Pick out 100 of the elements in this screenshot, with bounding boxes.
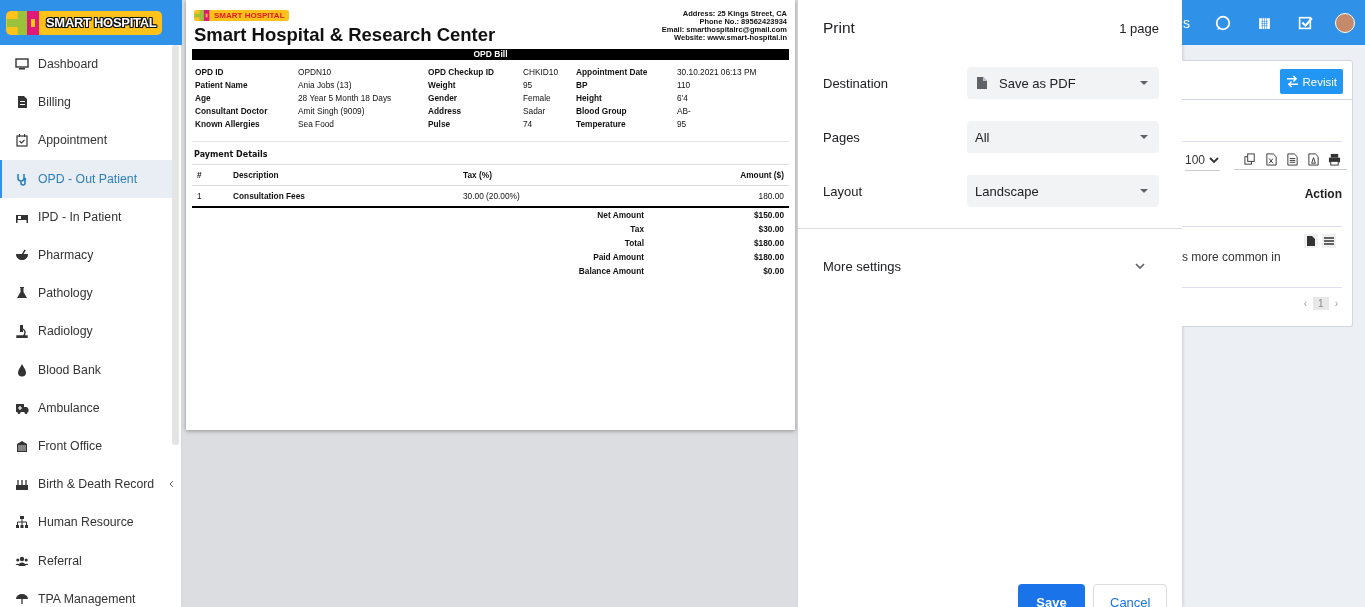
sitemap-icon — [15, 515, 29, 530]
total-label: Net Amount — [596, 210, 644, 220]
table-cell: 30.00 (20.00%) — [463, 191, 520, 201]
sidebar-item[interactable]: Human Resource — [0, 503, 172, 542]
field-value: Ania Jobs (13) — [298, 80, 353, 90]
table-cell: Consultation Fees — [233, 191, 305, 201]
field-value: 95 — [677, 119, 688, 129]
section-title: Payment Details — [194, 150, 269, 159]
sidebar-item[interactable]: Dashboard — [0, 45, 172, 84]
sidebar-item[interactable]: Front Office — [0, 426, 172, 466]
sidebar-item[interactable]: IPD - In Patient — [0, 197, 172, 236]
document-icon — [15, 95, 29, 110]
total-label: Paid Amount — [592, 252, 644, 262]
field-value: OPDN10 — [298, 67, 333, 77]
setting-label: Layout — [823, 183, 864, 199]
sidebar-item[interactable]: Ambulance — [0, 388, 172, 427]
table-cell: 1 — [197, 191, 202, 201]
sidebar-item[interactable]: Pharmacy — [0, 235, 172, 275]
total-label: Balance Amount — [577, 266, 644, 276]
chat-bubble-icon — [1215, 14, 1231, 31]
cancel-button[interactable]: Cancel — [1093, 584, 1167, 607]
save-button[interactable]: Save — [1018, 584, 1085, 607]
field-value: 6'4 — [677, 93, 689, 103]
setting-label: Pages — [823, 129, 861, 145]
field-label: Height — [576, 93, 603, 103]
dialog-title: Print — [823, 19, 855, 37]
field-label: OPD ID — [195, 67, 225, 77]
bill-heading: OPD Bill — [192, 49, 789, 60]
field-label: Gender — [428, 93, 459, 103]
chevron-down-icon — [1208, 154, 1221, 166]
field-label: Pulse — [428, 119, 452, 129]
field-value: 28 Year 5 Month 18 Days — [298, 93, 393, 103]
column-header: Description — [233, 170, 279, 180]
stethoscope-icon — [15, 171, 29, 186]
monitor-icon — [15, 57, 29, 72]
text-file-icon — [1286, 153, 1299, 166]
field-label: Appointment Date — [576, 67, 649, 77]
table-cell: 180.00 — [758, 191, 784, 201]
calendar-icon — [1257, 15, 1272, 30]
select-field[interactable]: Landscape — [967, 175, 1159, 207]
total-label: Tax — [629, 224, 644, 234]
field-value: Sea Food — [298, 119, 335, 129]
sidebar-item[interactable]: Appointment — [0, 121, 172, 160]
sidebar-item[interactable]: Birth & Death Record — [0, 465, 172, 504]
total-value: $180.00 — [753, 252, 784, 262]
calendar-icon — [15, 133, 29, 148]
checkbox-icon — [1298, 15, 1313, 30]
total-label: Total — [623, 238, 644, 248]
field-value: 95 — [523, 80, 534, 90]
total-value: $30.00 — [757, 224, 784, 234]
column-header: Amount ($) — [740, 170, 784, 180]
more-settings-toggle[interactable]: More settings — [823, 229, 1159, 303]
total-value: $150.00 — [753, 210, 784, 220]
microscope-icon — [15, 324, 29, 339]
column-header: Action — [1304, 187, 1342, 201]
sidebar-item[interactable]: Pathology — [0, 274, 172, 313]
building-icon — [15, 438, 29, 453]
avatar[interactable] — [1335, 12, 1355, 33]
select-field[interactable]: Save as PDF — [967, 67, 1159, 99]
copy-icon — [1244, 153, 1257, 166]
sidebar-item[interactable]: TPA Management — [0, 579, 172, 607]
print-icon — [1328, 153, 1341, 166]
cake-icon — [15, 477, 29, 492]
table-cell: s more common in — [1182, 250, 1281, 264]
field-value: AB- — [677, 106, 692, 116]
field-value: Amit Singh (9009) — [298, 106, 366, 116]
field-label: Age — [195, 93, 212, 103]
page-count: 1 page — [1119, 20, 1159, 36]
umbrella-icon — [15, 591, 29, 606]
setting-label: Destination — [823, 75, 890, 91]
field-label: Patient Name — [195, 80, 249, 90]
field-value: 74 — [523, 119, 534, 129]
page-size-select[interactable]: 100 — [1185, 153, 1221, 171]
total-value: $180.00 — [753, 238, 784, 248]
drop-icon — [15, 362, 29, 377]
document-icon — [1304, 234, 1318, 248]
select-field[interactable]: All — [967, 121, 1159, 153]
excel-file-icon — [1265, 153, 1278, 166]
pdf-file-icon — [1307, 153, 1320, 166]
hospital-name: Smart Hospital & Research Center — [194, 24, 496, 46]
scrollbar[interactable] — [172, 45, 179, 445]
flask-icon — [15, 286, 29, 301]
sidebar-item[interactable]: Radiology — [0, 312, 172, 351]
hospital-logo: SMART HOSPITAL — [194, 10, 289, 21]
field-value: Sadar — [523, 106, 547, 116]
hospital-logo: SMART HOSPITAL — [6, 10, 163, 35]
sidebar-item[interactable]: Billing — [0, 83, 172, 122]
sidebar-item[interactable]: Blood Bank — [0, 350, 172, 389]
mortar-icon — [15, 248, 29, 263]
field-label: Address — [428, 106, 463, 116]
field-label: Known Allergies — [195, 119, 261, 129]
total-value: $0.00 — [762, 266, 784, 276]
field-label: OPD Checkup ID — [428, 67, 495, 77]
field-label: Blood Group — [576, 106, 628, 116]
swap-arrows-icon — [1286, 75, 1300, 88]
sidebar-item[interactable]: OPD - Out Patient — [0, 159, 172, 198]
field-label: Consultant Doctor — [195, 106, 269, 116]
column-header: # — [197, 170, 202, 180]
sidebar-item[interactable]: Referral — [0, 541, 172, 580]
file-icon — [975, 76, 989, 90]
